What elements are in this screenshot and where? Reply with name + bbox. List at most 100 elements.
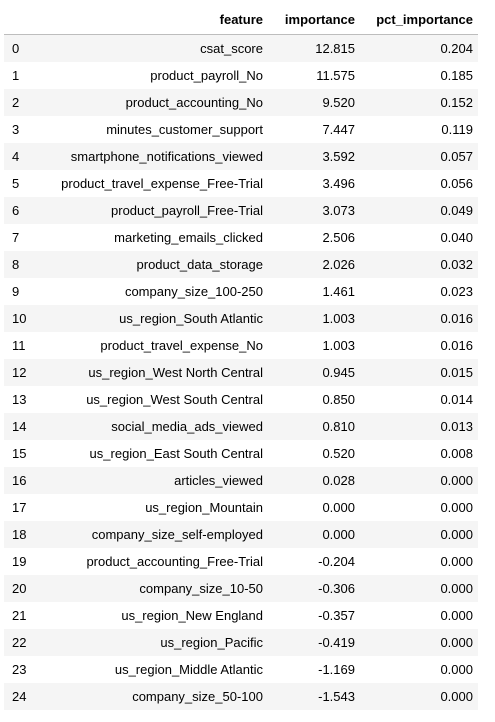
- importance-cell: -0.204: [268, 548, 360, 575]
- importance-cell: 0.000: [268, 494, 360, 521]
- row-index: 18: [4, 521, 38, 548]
- pct-importance-cell: 0.056: [360, 170, 478, 197]
- table-row: 7 marketing_emails_clicked 2.506 0.040: [4, 224, 478, 251]
- feature-cell: company_size_50-100: [38, 683, 268, 710]
- pct-importance-cell: 0.000: [360, 548, 478, 575]
- row-index: 17: [4, 494, 38, 521]
- table-row: 24 company_size_50-100 -1.543 0.000: [4, 683, 478, 710]
- row-index: 23: [4, 656, 38, 683]
- importance-cell: 3.073: [268, 197, 360, 224]
- feature-cell: company_size_10-50: [38, 575, 268, 602]
- row-index: 10: [4, 305, 38, 332]
- pct-importance-cell: 0.023: [360, 278, 478, 305]
- row-index: 19: [4, 548, 38, 575]
- feature-cell: articles_viewed: [38, 467, 268, 494]
- table-row: 22 us_region_Pacific -0.419 0.000: [4, 629, 478, 656]
- row-index: 0: [4, 34, 38, 62]
- feature-cell: us_region_West South Central: [38, 386, 268, 413]
- row-index: 4: [4, 143, 38, 170]
- feature-cell: us_region_Middle Atlantic: [38, 656, 268, 683]
- row-index: 16: [4, 467, 38, 494]
- pct-importance-cell: 0.000: [360, 629, 478, 656]
- importance-cell: 1.003: [268, 332, 360, 359]
- row-index: 2: [4, 89, 38, 116]
- row-index: 7: [4, 224, 38, 251]
- pct-importance-cell: 0.000: [360, 575, 478, 602]
- feature-cell: marketing_emails_clicked: [38, 224, 268, 251]
- feature-cell: product_accounting_No: [38, 89, 268, 116]
- feature-cell: csat_score: [38, 34, 268, 62]
- table-row: 8 product_data_storage 2.026 0.032: [4, 251, 478, 278]
- feature-cell: us_region_South Atlantic: [38, 305, 268, 332]
- row-index: 21: [4, 602, 38, 629]
- pct-importance-cell: 0.049: [360, 197, 478, 224]
- importance-cell: 0.945: [268, 359, 360, 386]
- pct-importance-cell: 0.204: [360, 34, 478, 62]
- dataframe-output: feature importance pct_importance 0 csat_…: [0, 0, 495, 722]
- importance-cell: 2.026: [268, 251, 360, 278]
- table-row: 1 product_payroll_No 11.575 0.185: [4, 62, 478, 89]
- pct-importance-cell: 0.000: [360, 602, 478, 629]
- table-row: 0 csat_score 12.815 0.204: [4, 34, 478, 62]
- row-index: 5: [4, 170, 38, 197]
- pct-importance-cell: 0.000: [360, 656, 478, 683]
- feature-cell: company_size_100-250: [38, 278, 268, 305]
- feature-cell: product_payroll_No: [38, 62, 268, 89]
- importance-cell: 0.520: [268, 440, 360, 467]
- pct-importance-cell: 0.014: [360, 386, 478, 413]
- table-row: 18 company_size_self-employed 0.000 0.000: [4, 521, 478, 548]
- importance-cell: -0.306: [268, 575, 360, 602]
- pct-importance-cell: 0.057: [360, 143, 478, 170]
- row-index: 9: [4, 278, 38, 305]
- row-index: 22: [4, 629, 38, 656]
- importance-cell: 12.815: [268, 34, 360, 62]
- column-header-feature: feature: [38, 6, 268, 35]
- table-row: 15 us_region_East South Central 0.520 0.008: [4, 440, 478, 467]
- feature-cell: us_region_East South Central: [38, 440, 268, 467]
- table-row: 6 product_payroll_Free-Trial 3.073 0.049: [4, 197, 478, 224]
- table-row: 4 smartphone_notifications_viewed 3.592 0.0…: [4, 143, 478, 170]
- table-row: 3 minutes_customer_support 7.447 0.119: [4, 116, 478, 143]
- table-row: 16 articles_viewed 0.028 0.000: [4, 467, 478, 494]
- feature-cell: us_region_Pacific: [38, 629, 268, 656]
- row-index: 24: [4, 683, 38, 710]
- pct-importance-cell: 0.016: [360, 332, 478, 359]
- column-header-importance: importance: [268, 6, 360, 35]
- importance-cell: 1.003: [268, 305, 360, 332]
- importance-cell: -1.169: [268, 656, 360, 683]
- pct-importance-cell: 0.000: [360, 494, 478, 521]
- feature-cell: product_accounting_Free-Trial: [38, 548, 268, 575]
- pct-importance-cell: 0.152: [360, 89, 478, 116]
- importance-cell: 3.592: [268, 143, 360, 170]
- feature-cell: us_region_West North Central: [38, 359, 268, 386]
- importance-cell: 7.447: [268, 116, 360, 143]
- table-row: 12 us_region_West North Central 0.945 0.015: [4, 359, 478, 386]
- column-header-pct-importance: pct_importance: [360, 6, 478, 35]
- row-index: 8: [4, 251, 38, 278]
- table-row: 5 product_travel_expense_Free-Trial 3.496 0…: [4, 170, 478, 197]
- row-index: 15: [4, 440, 38, 467]
- feature-cell: company_size_self-employed: [38, 521, 268, 548]
- table-row: 20 company_size_10-50 -0.306 0.000: [4, 575, 478, 602]
- importance-cell: 0.850: [268, 386, 360, 413]
- column-header-index: [4, 6, 38, 35]
- row-index: 13: [4, 386, 38, 413]
- importance-cell: 0.028: [268, 467, 360, 494]
- table-row: 14 social_media_ads_viewed 0.810 0.013: [4, 413, 478, 440]
- importance-cell: -1.543: [268, 683, 360, 710]
- importance-cell: 0.810: [268, 413, 360, 440]
- row-index: 11: [4, 332, 38, 359]
- importance-cell: 9.520: [268, 89, 360, 116]
- row-index: 6: [4, 197, 38, 224]
- pct-importance-cell: 0.032: [360, 251, 478, 278]
- feature-importance-table: feature importance pct_importance 0 csat_…: [4, 6, 478, 710]
- row-index: 3: [4, 116, 38, 143]
- table-body: 0 csat_score 12.815 0.204 1 product_payroll_N…: [4, 34, 478, 710]
- feature-cell: product_travel_expense_No: [38, 332, 268, 359]
- row-index: 12: [4, 359, 38, 386]
- pct-importance-cell: 0.000: [360, 683, 478, 710]
- pct-importance-cell: 0.008: [360, 440, 478, 467]
- pct-importance-cell: 0.015: [360, 359, 478, 386]
- table-header: feature importance pct_importance: [4, 6, 478, 35]
- importance-cell: -0.419: [268, 629, 360, 656]
